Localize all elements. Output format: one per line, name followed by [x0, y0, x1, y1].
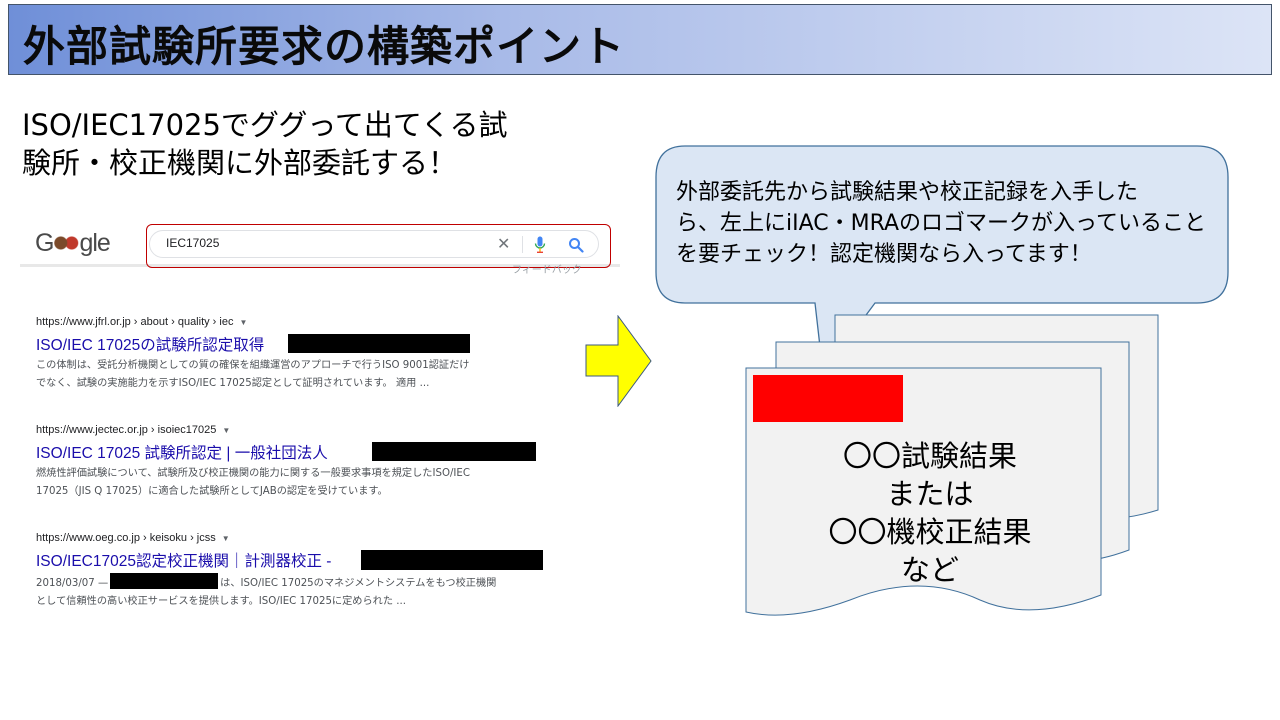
- arrow-right-icon: [585, 315, 652, 407]
- callout-line-2: ら、左上にiIAC・MRAのロゴマークが入っていること: [676, 211, 1206, 236]
- callout-text: 外部委託先から試験結果や校正記録を入手した ら、左上にiIAC・MRAのロゴマー…: [676, 177, 1216, 270]
- result-snippet: この体制は、受託分析機関としての質の確保を組織運営のアプローチで行うISO 90…: [36, 357, 616, 393]
- result-title[interactable]: ISO/IEC17025認定校正機関｜計測器校正 -: [36, 553, 331, 570]
- callout-line-1: 外部委託先から試験結果や校正記録を入手した: [676, 180, 1139, 205]
- document-line-4: など: [900, 553, 959, 587]
- slide-title: 外部試験所要求の構築ポイント: [23, 22, 626, 71]
- document-text: 〇〇試験結果 または 〇〇機校正結果 など: [765, 437, 1095, 589]
- result-url-text: https://www.jfrl.or.jp › about › quality…: [36, 316, 234, 328]
- document-line-2: または: [886, 477, 974, 511]
- snippet-line: 2018/03/07 — は、ISO/IEC 17025のマネジメントシステムをも…: [36, 573, 616, 593]
- google-logo: Ggle: [35, 229, 111, 258]
- intro-text: ISO/IEC17025でググって出てくる試 験所・校正機関に外部委託する！: [22, 106, 542, 182]
- document-line-1: 〇〇試験結果: [842, 439, 1017, 473]
- search-result: https://www.jfrl.or.jp › about › quality…: [36, 316, 616, 393]
- redaction-bar: [288, 334, 470, 353]
- logo-prefix: G: [35, 229, 54, 257]
- redaction-bar: [372, 442, 536, 461]
- intro-line-2: 験所・校正機関に外部委託する！: [22, 146, 458, 180]
- result-snippet: 燃焼性評価試験について、試験所及び校正機関の能力に関する一般要求事項を規定したI…: [36, 465, 616, 501]
- snippet-line: でなく、試験の実施能力を示すISO/IEC 17025認定として証明されています…: [36, 378, 430, 389]
- snippet-line: この体制は、受託分析機関としての質の確保を組織運営のアプローチで行うISO 90…: [36, 360, 470, 371]
- result-url-text: https://www.jectec.or.jp › isoiec17025: [36, 424, 217, 436]
- title-bar: 外部試験所要求の構築ポイント: [8, 4, 1272, 75]
- snippet-line: 17025（JIS Q 17025）に適合した試験所としてJABの認定を受けてい…: [36, 486, 388, 497]
- snippet-line: として信頼性の高い校正サービスを提供します。ISO/IEC 17025に定められ…: [36, 596, 406, 607]
- redaction-bar: [361, 550, 543, 570]
- result-title[interactable]: ISO/IEC 17025 試験所認定 | 一般社団法人: [36, 445, 328, 462]
- accreditation-logo-placeholder: [753, 375, 903, 422]
- search-result: https://www.oeg.co.jp › keisoku › jcss ▼ …: [36, 532, 616, 611]
- callout-line-3: を要チェック！認定機関なら入ってます！: [676, 242, 1092, 267]
- result-title-row: ISO/IEC17025認定校正機関｜計測器校正 -: [36, 549, 616, 570]
- search-screenshot: Ggle IEC17025 ✕ フィードバック https://www.jfrl…: [20, 220, 620, 620]
- doodle-icon: [53, 233, 80, 253]
- search-result: https://www.jectec.or.jp › isoiec17025 ▼ …: [36, 424, 616, 501]
- logo-suffix: gle: [79, 229, 110, 257]
- snippet-line: 燃焼性評価試験について、試験所及び校正機関の能力に関する一般要求事項を規定したI…: [36, 468, 470, 479]
- result-title-row: ISO/IEC 17025の試験所認定取得: [36, 333, 616, 354]
- result-title-row: ISO/IEC 17025 試験所認定 | 一般社団法人: [36, 441, 616, 462]
- snippet-text: は、ISO/IEC 17025のマネジメントシステムをもつ校正機関: [220, 578, 497, 589]
- result-url[interactable]: https://www.jfrl.or.jp › about › quality…: [36, 316, 616, 328]
- result-url-text: https://www.oeg.co.jp › keisoku › jcss: [36, 532, 216, 544]
- result-url[interactable]: https://www.oeg.co.jp › keisoku › jcss ▼: [36, 532, 616, 544]
- snippet-date: 2018/03/07 —: [36, 578, 109, 589]
- intro-line-1: ISO/IEC17025でググって出てくる試: [22, 108, 508, 142]
- result-snippet: 2018/03/07 — は、ISO/IEC 17025のマネジメントシステムをも…: [36, 573, 616, 611]
- chevron-down-icon[interactable]: ▼: [222, 426, 230, 435]
- result-url[interactable]: https://www.jectec.or.jp › isoiec17025 ▼: [36, 424, 616, 436]
- document-line-3: 〇〇機校正結果: [828, 515, 1032, 549]
- redaction-bar: [110, 573, 219, 589]
- feedback-link[interactable]: フィードバック: [512, 261, 582, 276]
- chevron-down-icon[interactable]: ▼: [222, 534, 230, 543]
- result-title[interactable]: ISO/IEC 17025の試験所認定取得: [36, 337, 264, 354]
- chevron-down-icon[interactable]: ▼: [239, 318, 247, 327]
